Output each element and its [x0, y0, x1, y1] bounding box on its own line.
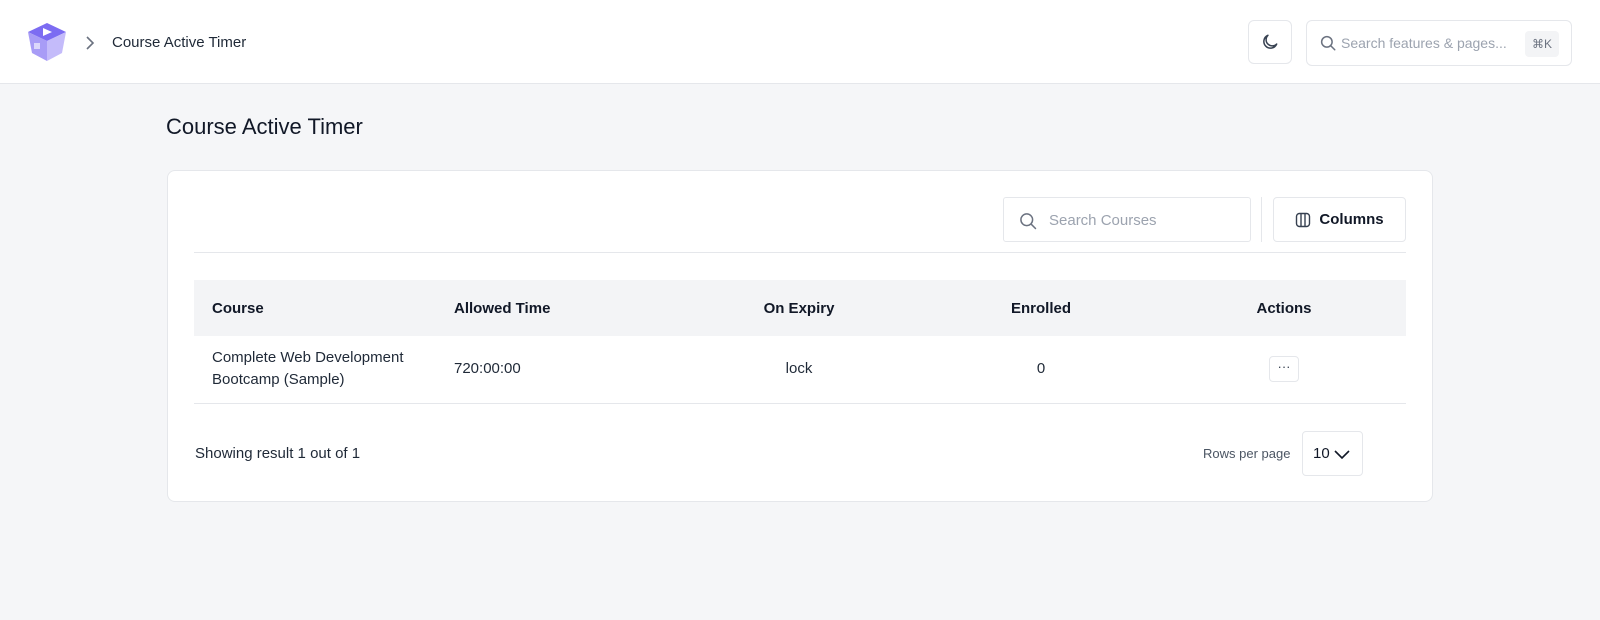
table-header-row: Course Allowed Time On Expiry Enrolled A…: [194, 280, 1406, 336]
table-row: Complete Web Development Bootcamp (Sampl…: [194, 336, 1406, 403]
search-icon: [1020, 213, 1037, 230]
column-header-actions: Actions: [1256, 299, 1312, 317]
rows-per-page-label: Rows per page: [1203, 446, 1291, 461]
cell-actions: ···: [1162, 336, 1406, 403]
chevron-down-icon: [1334, 449, 1350, 459]
top-bar: Course Active Timer Search features & pa…: [0, 0, 1600, 84]
columns-icon: [1296, 212, 1311, 227]
search-icon: [1320, 35, 1336, 51]
cell-allowed-time: 720:00:00: [454, 360, 521, 378]
rows-per-page-select[interactable]: 10: [1302, 431, 1363, 476]
breadcrumb-title: Course Active Timer: [112, 34, 247, 51]
cell-on-expiry: lock: [785, 360, 813, 378]
cell-course: Complete Web Development Bootcamp (Sampl…: [212, 349, 404, 389]
toolbar-divider-line: [194, 252, 1406, 253]
global-search-input[interactable]: Search features & pages... ⌘K: [1306, 20, 1572, 66]
column-header-course[interactable]: Course: [194, 280, 436, 336]
column-header-on-expiry[interactable]: On Expiry: [678, 280, 920, 336]
courses-table: Course Allowed Time On Expiry Enrolled A…: [194, 280, 1406, 404]
column-header-enrolled[interactable]: Enrolled: [920, 280, 1162, 336]
course-search-placeholder: Search Courses: [1049, 212, 1157, 229]
chevron-right-icon: [86, 36, 95, 50]
column-header-allowed-time[interactable]: Allowed Time: [436, 280, 678, 336]
logo-icon[interactable]: [26, 21, 68, 63]
search-shortcut-badge: ⌘K: [1524, 31, 1559, 57]
rows-per-page-value: 10: [1313, 445, 1330, 462]
cell-enrolled: 0: [1036, 360, 1046, 378]
course-search-input[interactable]: Search Courses: [1003, 197, 1251, 242]
courses-card: Search Courses Columns Course Allowed Ti…: [167, 170, 1433, 502]
columns-button[interactable]: Columns: [1273, 197, 1406, 242]
toolbar-divider: [1261, 197, 1262, 242]
moon-icon: [1263, 34, 1278, 49]
theme-toggle-button[interactable]: [1248, 20, 1292, 64]
pagination-summary: Showing result 1 out of 1: [195, 445, 361, 462]
page-title: Course Active Timer: [166, 114, 363, 139]
global-search-placeholder: Search features & pages...: [1341, 35, 1507, 51]
row-actions-button[interactable]: ···: [1269, 356, 1299, 383]
columns-button-label: Columns: [1319, 211, 1384, 228]
